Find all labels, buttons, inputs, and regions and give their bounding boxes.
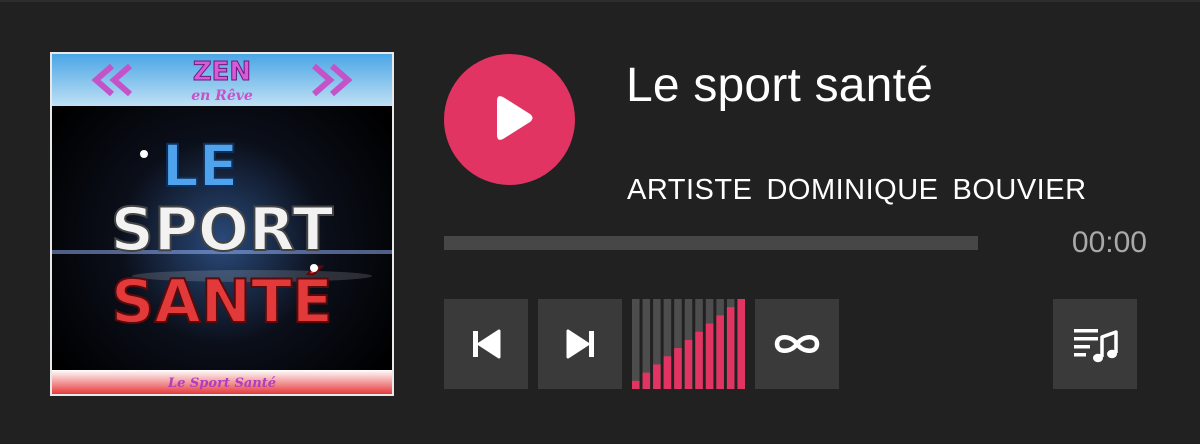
playlist-music-icon	[1074, 329, 1118, 363]
volume-bar-level	[737, 299, 745, 389]
repeat-button[interactable]	[755, 299, 839, 389]
track-title: Le sport santé	[626, 59, 933, 112]
volume-bar-level	[716, 315, 724, 389]
volume-bars	[632, 299, 745, 389]
cover-title-line1: LE	[162, 132, 239, 200]
album-cover: ZEN en Rêve LE SPORT SANTÉ Le Sport Sant…	[50, 52, 394, 396]
volume-bar-level	[684, 339, 693, 389]
cover-title-line3: SANTÉ	[111, 265, 333, 337]
volume-bar-level	[663, 356, 672, 389]
artist-word: BOUVIER	[952, 174, 1087, 206]
cover-footer: Le Sport Santé	[167, 376, 276, 391]
volume-bar-level	[642, 372, 651, 389]
volume-bar-level	[632, 380, 640, 389]
cover-title-line2: SPORT	[111, 195, 334, 265]
elapsed-time: 00:00	[1071, 226, 1147, 259]
volume-bar-level	[695, 331, 703, 389]
volume-bar-level	[653, 364, 661, 389]
skip-previous-icon	[473, 329, 501, 359]
repeat-infinity-icon	[774, 335, 820, 353]
volume-bar-level	[705, 323, 714, 389]
play-button[interactable]	[444, 54, 575, 185]
volume-bar-level	[726, 307, 735, 389]
volume-bar-track	[632, 299, 640, 389]
cover-badge-bottom: en Rêve	[191, 88, 253, 104]
cover-badge-top: ZEN	[193, 57, 251, 87]
progress-bar[interactable]	[444, 236, 978, 250]
next-button[interactable]	[538, 299, 622, 389]
play-icon	[497, 96, 533, 140]
album-cover-art: ZEN en Rêve LE SPORT SANTÉ Le Sport Sant…	[52, 54, 392, 394]
artist-word: ARTISTE	[627, 174, 753, 206]
playlist-button[interactable]	[1053, 299, 1137, 389]
volume-bar-level	[674, 348, 682, 389]
artist-word: DOMINIQUE	[766, 174, 939, 206]
audio-player: ZEN en Rêve LE SPORT SANTÉ Le Sport Sant…	[0, 0, 1200, 444]
volume-slider[interactable]	[632, 299, 745, 389]
previous-button[interactable]	[444, 299, 528, 389]
skip-next-icon	[566, 329, 594, 359]
track-artist: ARTISTE DOMINIQUE BOUVIER	[627, 174, 1101, 207]
